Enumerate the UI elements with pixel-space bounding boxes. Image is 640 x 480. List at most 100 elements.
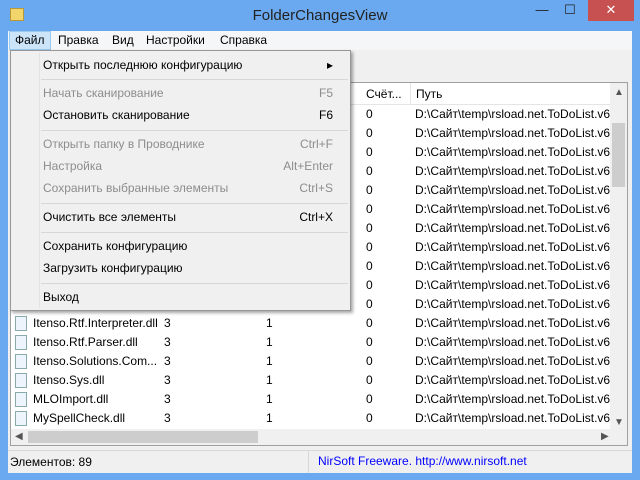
menu-bar: Файл Правка Вид Настройки Справка	[8, 31, 632, 50]
cell-col2: 3	[164, 354, 171, 368]
cell-count: 0	[366, 392, 373, 406]
cell-count: 0	[366, 145, 373, 159]
menu-item-label: Открыть последнюю конфигурацию	[43, 58, 243, 72]
menu-help[interactable]: Справка	[215, 31, 272, 50]
cell-count: 0	[366, 373, 373, 387]
menu-item-label: Начать сканирование	[43, 86, 164, 100]
dll-file-icon	[15, 392, 27, 407]
menu-separator	[41, 283, 348, 284]
cell-name: Itenso.Solutions.Com...	[33, 354, 158, 368]
menu-item-label: Остановить сканирование	[43, 108, 190, 122]
menu-item: Начать сканирование F5	[43, 83, 333, 103]
dll-file-icon	[15, 335, 27, 350]
cell-count: 0	[366, 164, 373, 178]
cell-col2: 3	[164, 373, 171, 387]
menu-shortcut: F5	[318, 86, 333, 100]
menu-item[interactable]: Загрузить конфигурацию	[43, 258, 333, 278]
cell-col3: 1	[266, 373, 273, 387]
cell-count: 0	[366, 411, 373, 425]
cell-path: D:\Сайт\temp\rsload.net.ToDoList.v6.	[415, 107, 614, 121]
cell-count: 0	[366, 316, 373, 330]
cell-path: D:\Сайт\temp\rsload.net.ToDoList.v6.	[415, 259, 614, 273]
menu-item-label: Загрузить конфигурацию	[43, 261, 183, 275]
maximize-button[interactable]: ☐	[556, 0, 584, 21]
nirsoft-link[interactable]: NirSoft Freeware. http://www.nirsoft.net	[318, 454, 527, 468]
cell-path: D:\Сайт\temp\rsload.net.ToDoList.v6.	[415, 183, 614, 197]
cell-count: 0	[366, 202, 373, 216]
menu-separator	[41, 203, 348, 204]
cell-col2: 3	[164, 411, 171, 425]
menu-shortcut: Ctrl+S	[299, 181, 333, 195]
menu-item-label: Открыть папку в Проводнике	[43, 137, 205, 151]
menu-item: Настройка Alt+Enter	[43, 156, 333, 176]
cell-path: D:\Сайт\temp\rsload.net.ToDoList.v6.	[415, 221, 614, 235]
menu-item-label: Очистить все элементы	[43, 210, 177, 224]
menu-shortcut: Alt+Enter	[283, 159, 333, 173]
menu-item: Сохранить выбранные элементы Ctrl+S	[43, 178, 333, 198]
cell-count: 0	[366, 221, 373, 235]
cell-col3: 1	[266, 335, 273, 349]
menu-separator	[41, 79, 348, 80]
table-row[interactable]: Itenso.Rtf.Interpreter.dll 3 1 0 D:\Сайт\tem…	[11, 314, 615, 333]
table-row[interactable]: Itenso.Solutions.Com... 3 1 0 D:\Сайт\temp\r…	[11, 352, 615, 371]
cell-name: Itenso.Rtf.Parser.dll	[33, 335, 138, 349]
minimize-button[interactable]: —	[528, 0, 556, 21]
menu-file[interactable]: Файл	[9, 31, 51, 50]
menu-shortcut: Ctrl+X	[299, 210, 333, 224]
cell-name: MLOImport.dll	[33, 392, 109, 406]
column-count[interactable]: Счёт...	[361, 83, 411, 105]
cell-col2: 3	[164, 392, 171, 406]
close-button[interactable]: ✕	[588, 0, 634, 21]
item-count: Элементов: 89	[10, 455, 92, 469]
cell-count: 0	[366, 240, 373, 254]
cell-path: D:\Сайт\temp\rsload.net.ToDoList.v6.	[415, 126, 614, 140]
horizontal-scroll-thumb[interactable]	[28, 431, 258, 443]
cell-path: D:\Сайт\temp\rsload.net.ToDoList.v6.	[415, 411, 614, 425]
cell-path: D:\Сайт\temp\rsload.net.ToDoList.v6.	[415, 392, 614, 406]
cell-name: Itenso.Sys.dll	[33, 373, 105, 387]
cell-name: Itenso.Rtf.Interpreter.dll	[33, 316, 158, 330]
file-menu-dropdown: Открыть последнюю конфигурацию ▸ Начать ск…	[10, 50, 351, 311]
menu-separator	[41, 232, 348, 233]
cell-count: 0	[366, 354, 373, 368]
table-row[interactable]: Itenso.Sys.dll 3 1 0 D:\Сайт\temp\rsload.net…	[11, 371, 615, 390]
menu-separator	[41, 130, 348, 131]
menu-view[interactable]: Вид	[107, 31, 139, 50]
cell-count: 0	[366, 259, 373, 273]
horizontal-scrollbar[interactable]: ◀ ▶	[11, 429, 627, 445]
cell-col2: 3	[164, 316, 171, 330]
submenu-arrow-icon: ▸	[326, 58, 333, 72]
cell-count: 0	[366, 183, 373, 197]
menu-shortcut: Ctrl+F	[300, 137, 333, 151]
menu-item[interactable]: Выход	[43, 287, 333, 307]
menu-settings[interactable]: Настройки	[141, 31, 210, 50]
cell-path: D:\Сайт\temp\rsload.net.ToDoList.v6.	[415, 335, 614, 349]
cell-name: MySpellCheck.dll	[33, 411, 126, 425]
cell-path: D:\Сайт\temp\rsload.net.ToDoList.v6.	[415, 354, 614, 368]
menu-item-label: Сохранить конфигурацию	[43, 239, 188, 253]
cell-path: D:\Сайт\temp\rsload.net.ToDoList.v6.	[415, 202, 614, 216]
menu-item-label: Выход	[43, 290, 79, 304]
cell-path: D:\Сайт\temp\rsload.net.ToDoList.v6.	[415, 316, 614, 330]
table-row[interactable]: MLOImport.dll 3 1 0 D:\Сайт\temp\rsload.net.…	[11, 390, 615, 409]
table-row[interactable]: MySpellCheck.dll 3 1 0 D:\Сайт\temp\rsload.n…	[11, 409, 615, 428]
table-row[interactable]: Itenso.Rtf.Parser.dll 3 1 0 D:\Сайт\temp\rsl…	[11, 333, 615, 352]
cell-path: D:\Сайт\temp\rsload.net.ToDoList.v6.	[415, 297, 614, 311]
title-bar: FolderChangesView — ☐ ✕	[0, 0, 640, 30]
menu-item[interactable]: Очистить все элементы Ctrl+X	[43, 207, 333, 227]
cell-path: D:\Сайт\temp\rsload.net.ToDoList.v6.	[415, 164, 614, 178]
cell-path: D:\Сайт\temp\rsload.net.ToDoList.v6.	[415, 278, 614, 292]
cell-count: 0	[366, 107, 373, 121]
menu-item-label: Настройка	[43, 159, 103, 173]
menu-item[interactable]: Открыть последнюю конфигурацию ▸	[43, 55, 333, 75]
cell-count: 0	[366, 126, 373, 140]
menu-edit[interactable]: Правка	[53, 31, 104, 50]
cell-path: D:\Сайт\temp\rsload.net.ToDoList.v6.	[415, 240, 614, 254]
cell-count: 0	[366, 335, 373, 349]
menu-item[interactable]: Сохранить конфигурацию	[43, 236, 333, 256]
menu-item[interactable]: Остановить сканирование F6	[43, 105, 333, 125]
dll-file-icon	[15, 373, 27, 388]
vertical-scroll-thumb[interactable]	[612, 123, 625, 187]
column-path[interactable]: Путь	[411, 83, 615, 105]
vertical-scrollbar[interactable]: ▲ ▼	[610, 83, 627, 431]
